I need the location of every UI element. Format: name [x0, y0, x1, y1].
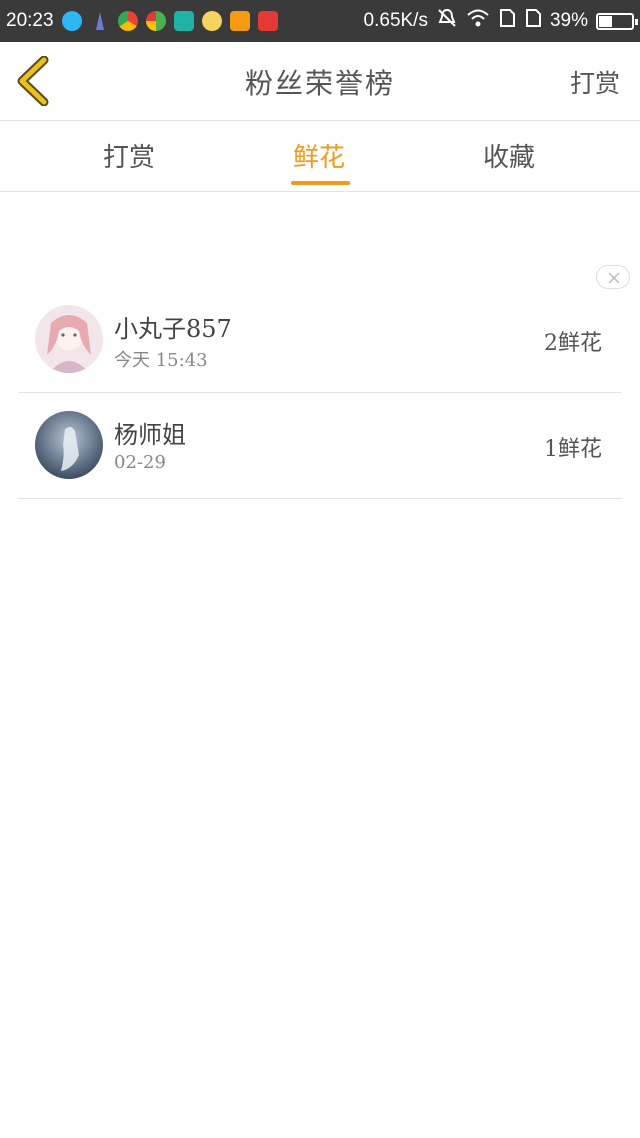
- header: 粉丝荣誉榜 打赏: [0, 42, 640, 121]
- fan-list: 小丸子857 今天 15:43 2鲜花 杨师姐 02-29 1鲜花: [18, 287, 622, 499]
- chrome-icon: [117, 11, 138, 31]
- tab-bar: 打赏 鲜花 收藏: [0, 121, 640, 192]
- battery-percent: 39%: [549, 10, 588, 31]
- tab-favorites[interactable]: 收藏: [483, 137, 535, 174]
- active-tab-indicator: [291, 181, 350, 185]
- battery-icon: [596, 12, 638, 30]
- scan-icon: [173, 11, 194, 31]
- fan-name: 杨师姐: [114, 421, 186, 449]
- sim2-icon: [524, 8, 542, 34]
- qiku-icon: [257, 11, 278, 31]
- page-title: 粉丝荣誉榜: [244, 67, 395, 100]
- fan-name: 小丸子857: [114, 315, 232, 343]
- tab-flowers[interactable]: 鲜花: [293, 137, 345, 174]
- list-item[interactable]: 小丸子857 今天 15:43 2鲜花: [18, 287, 622, 393]
- list-item[interactable]: 杨师姐 02-29 1鲜花: [18, 393, 622, 499]
- flower-count: 2鲜花: [544, 331, 602, 356]
- fan-time: 今天 15:43: [114, 350, 208, 371]
- avatar: [35, 411, 103, 479]
- reward-button[interactable]: 打赏: [570, 64, 620, 100]
- mute-icon: [436, 8, 458, 34]
- notification-icons: [61, 11, 278, 31]
- avatar: [35, 305, 103, 373]
- sim1-icon: [498, 8, 516, 34]
- status-time: 20:23: [6, 10, 54, 31]
- emoji-icon: [201, 11, 222, 31]
- tab-reward[interactable]: 打赏: [103, 137, 155, 174]
- status-bar: 20:23 0.65K/s 39%: [0, 0, 640, 42]
- mail-icon: [229, 11, 250, 31]
- maps-icon: [145, 11, 166, 31]
- flower-count: 1鲜花: [544, 437, 602, 462]
- fan-time: 02-29: [114, 452, 166, 473]
- qq-icon: [61, 11, 82, 31]
- close-button[interactable]: [596, 265, 630, 289]
- network-speed: 0.65K/s: [363, 10, 428, 31]
- wifi-icon: [466, 8, 490, 34]
- tower-icon: [90, 11, 110, 31]
